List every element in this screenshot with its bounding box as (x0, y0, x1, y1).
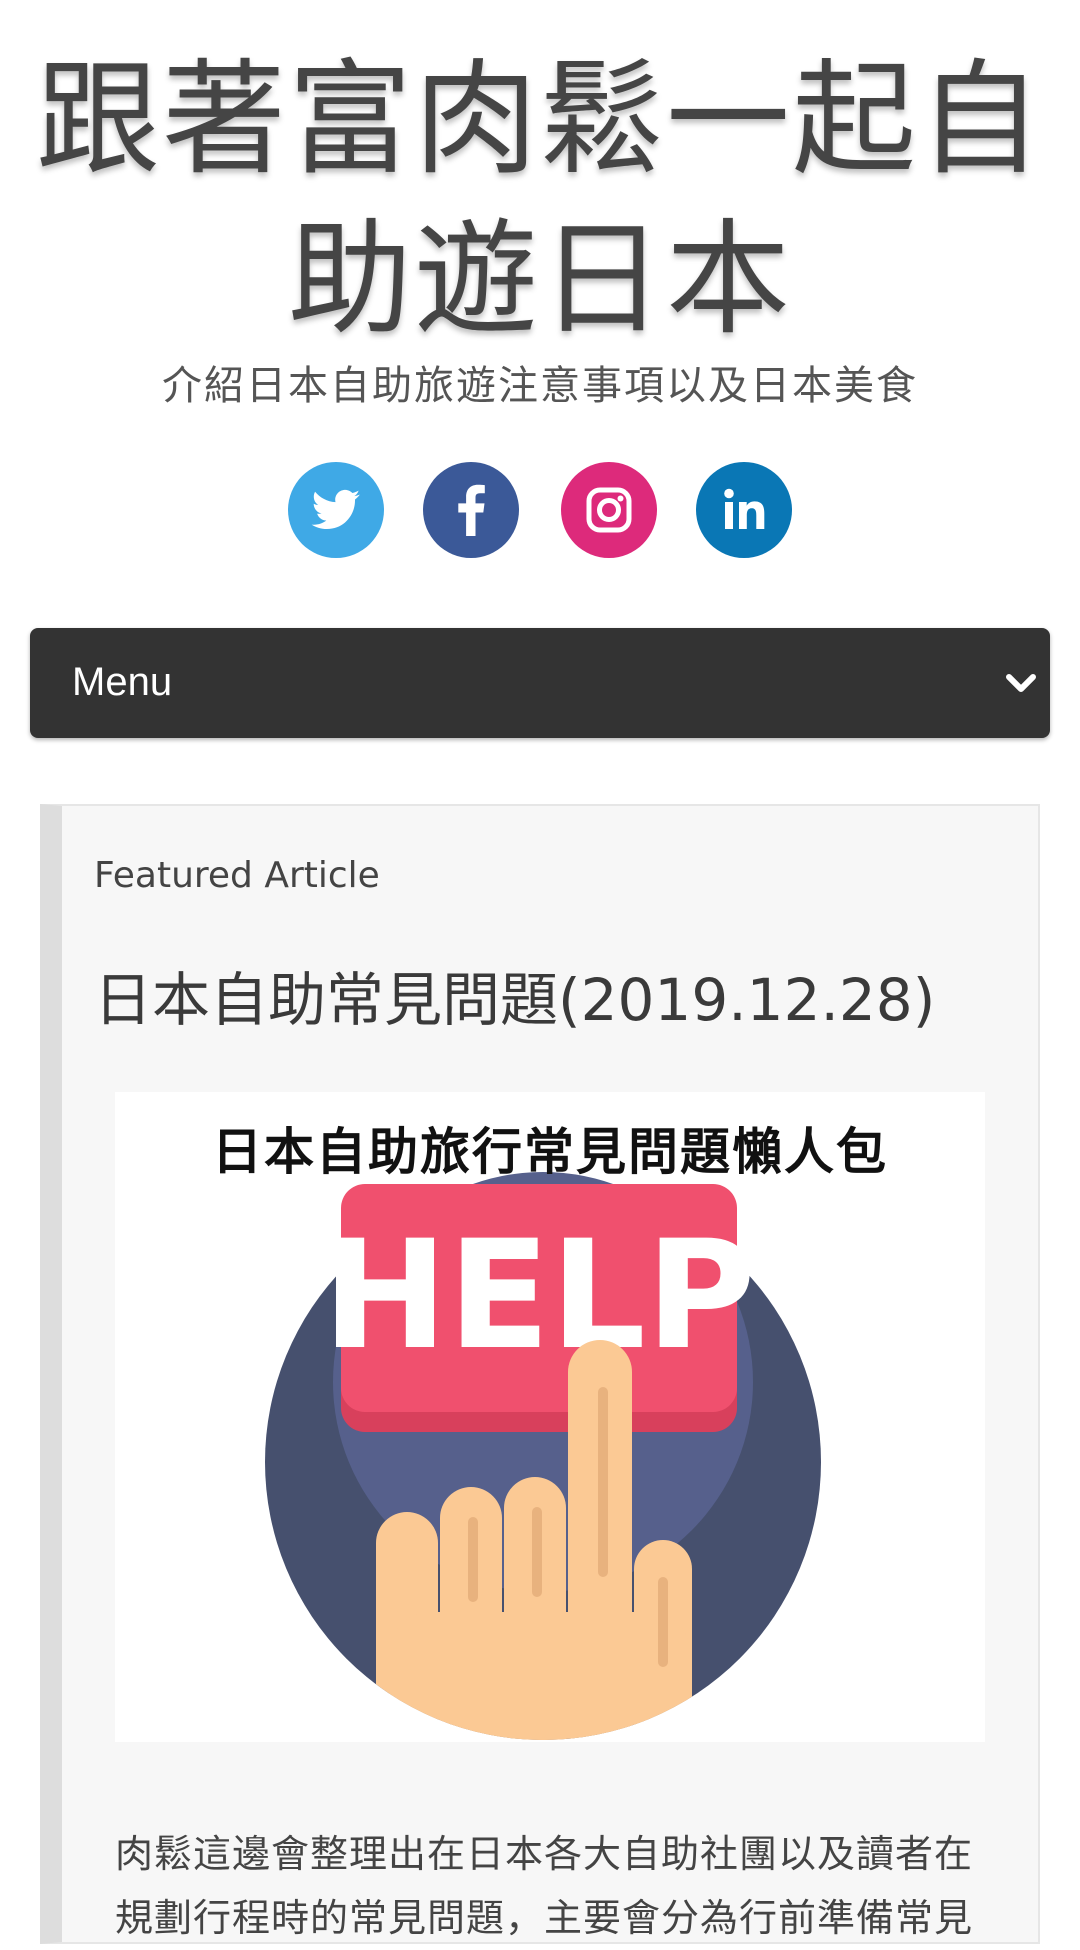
twitter-link[interactable] (288, 462, 384, 558)
chevron-down-icon (1006, 674, 1036, 692)
linkedin-icon (724, 488, 765, 529)
facebook-link[interactable] (423, 462, 519, 558)
help-text: HELP (322, 1209, 756, 1383)
facebook-icon (458, 484, 485, 536)
featured-label: Featured Article (94, 855, 380, 896)
site-title[interactable]: 跟著富肉鬆一起自助遊日本 (20, 40, 1060, 360)
menu-toggle[interactable]: Menu (30, 628, 1050, 738)
twitter-icon (311, 489, 360, 529)
social-links (0, 462, 1080, 560)
linkedin-link[interactable] (696, 462, 792, 558)
help-illustration: HELP (265, 1172, 821, 1740)
featured-image[interactable]: HELP 日本自助旅行常見問題懶人包 (115, 1092, 985, 1742)
instagram-link[interactable] (561, 462, 657, 558)
menu-label: Menu (72, 660, 173, 704)
instagram-icon (586, 487, 632, 533)
site-tagline: 介紹日本自助旅遊注意事項以及日本美食 (162, 363, 918, 409)
image-caption: 日本自助旅行常見問題懶人包 (212, 1123, 888, 1181)
article-excerpt: 肉鬆這邊會整理出在日本各大自助社團以及讀者在規劃行程時的常見問題，主要會分為行前… (115, 1832, 974, 1940)
article-title[interactable]: 日本自助常見問題(2019.12.28) (94, 962, 1014, 1038)
